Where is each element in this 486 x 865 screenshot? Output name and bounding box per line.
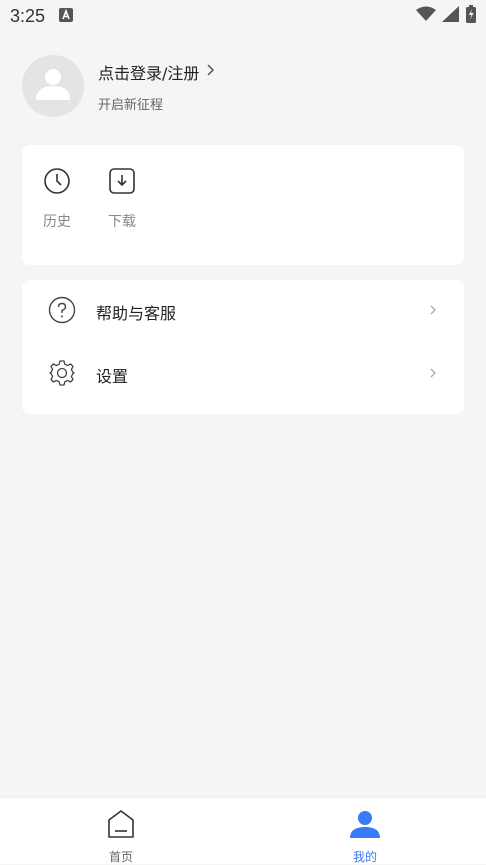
gear-icon: [48, 359, 76, 391]
profile-subtitle: 开启新征程: [98, 97, 164, 113]
menu-item-help[interactable]: 帮助与客服: [22, 280, 464, 343]
bottom-tab-bar: 首页 我的: [0, 797, 486, 864]
login-label: 点击登录/注册: [98, 63, 200, 83]
clock-icon: [43, 167, 71, 199]
user-icon: [349, 808, 381, 844]
menu-item-label: 帮助与客服: [96, 303, 177, 323]
download-icon: [108, 167, 136, 199]
status-time: 3:25: [10, 5, 46, 26]
chevron-right-icon: [205, 62, 217, 81]
menu-item-settings[interactable]: 设置: [22, 343, 464, 406]
avatar[interactable]: [22, 55, 84, 117]
tab-home[interactable]: 首页: [81, 808, 161, 865]
battery-icon: [466, 5, 476, 27]
profile-header[interactable]: 点击登录/注册 开启新征程: [22, 54, 217, 118]
quick-actions-card: 历史 下载: [22, 145, 464, 265]
status-bar: 3:25: [0, 0, 486, 32]
home-icon: [106, 808, 136, 844]
menu-item-label: 设置: [96, 366, 129, 386]
quick-action-download[interactable]: 下载: [97, 167, 147, 231]
tab-mine[interactable]: 我的: [325, 808, 405, 865]
signal-icon: [442, 6, 460, 26]
tab-label: 我的: [352, 850, 377, 864]
quick-action-label: 下载: [108, 214, 136, 230]
menu-card: 帮助与客服 设置: [22, 280, 464, 414]
tab-label: 首页: [108, 850, 133, 864]
default-user-icon: [33, 64, 73, 108]
chevron-right-icon: [428, 365, 438, 384]
login-link[interactable]: 点击登录/注册: [98, 60, 217, 84]
quick-action-history[interactable]: 历史: [32, 167, 82, 231]
notification-a-icon: [59, 7, 74, 26]
quick-action-label: 历史: [43, 214, 71, 230]
wifi-icon: [416, 6, 436, 26]
chevron-right-icon: [428, 302, 438, 321]
help-icon: [48, 296, 76, 328]
